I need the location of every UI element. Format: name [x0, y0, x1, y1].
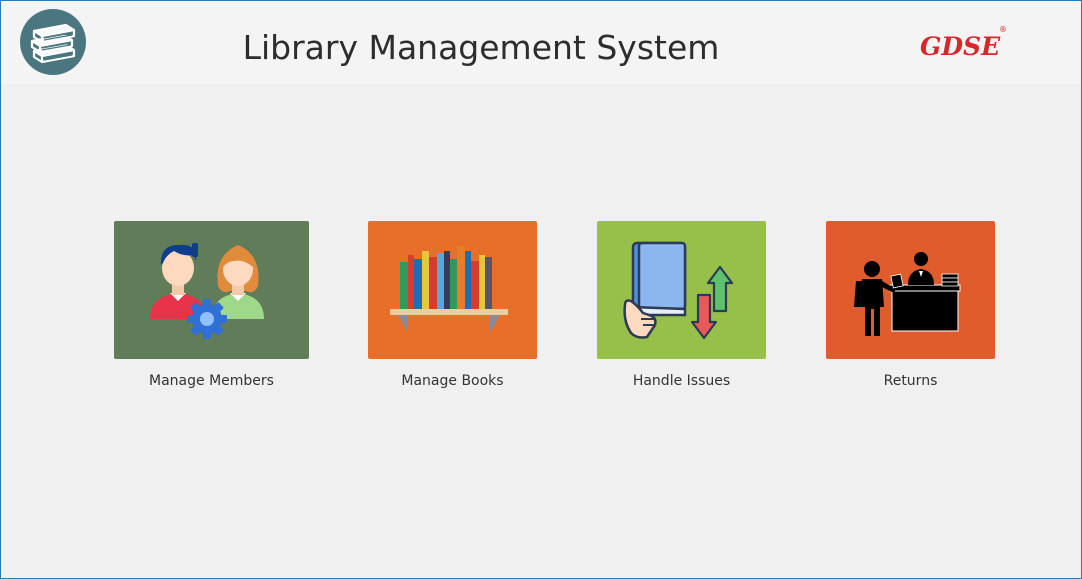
- bookshelf-icon: [390, 246, 508, 333]
- handle-issues-label: Handle Issues: [632, 373, 731, 389]
- manage-members-button[interactable]: [114, 221, 309, 359]
- book-issue-icon: [623, 241, 734, 340]
- members-icon: [150, 243, 264, 339]
- manage-books-label: Manage Books: [401, 373, 504, 389]
- handle-issues-button[interactable]: [597, 221, 766, 359]
- app-title: Library Management System: [242, 28, 720, 67]
- main-window: Library Management System GDSE ® Manage …: [0, 0, 1082, 579]
- header-bar: Library Management System GDSE ®: [1, 1, 1081, 84]
- returns-desk-icon: [854, 252, 961, 336]
- manage-members-label: Manage Members: [149, 373, 274, 389]
- library-logo-icon: [20, 9, 86, 75]
- registered-mark: ®: [999, 25, 1007, 34]
- returns-button[interactable]: [826, 221, 995, 359]
- manage-books-button[interactable]: [368, 221, 537, 359]
- brand-logo: GDSE: [920, 32, 1001, 61]
- returns-label: Returns: [883, 373, 938, 389]
